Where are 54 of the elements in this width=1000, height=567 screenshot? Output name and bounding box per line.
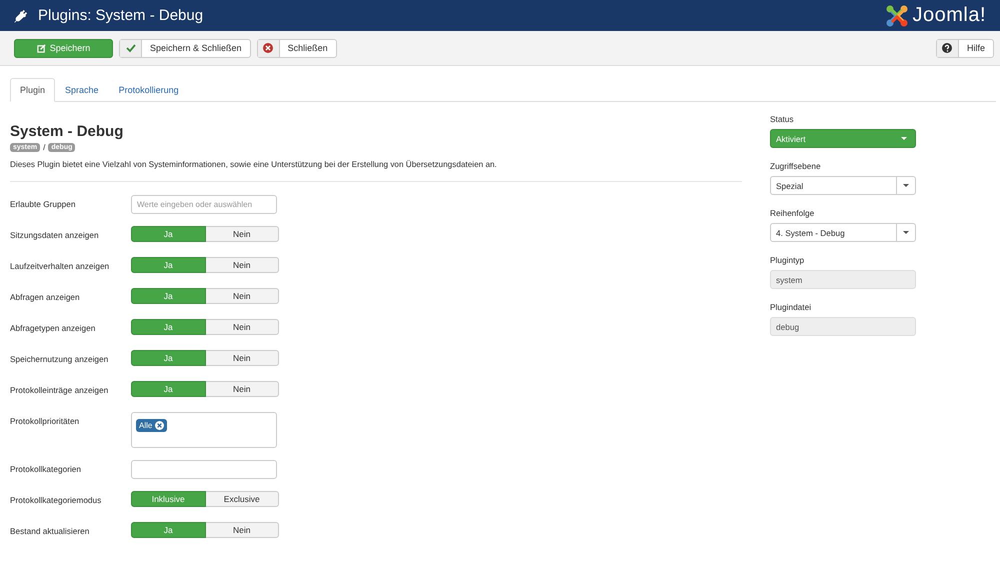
help-button[interactable]: Hilfe — [936, 38, 994, 58]
plugin-title: System - Debug — [10, 123, 124, 140]
remove-icon[interactable] — [155, 421, 164, 430]
close-icon — [263, 43, 274, 53]
caret-icon — [903, 231, 909, 234]
logo-text: Joomla! — [912, 4, 986, 27]
field-label: Speichernutzung anzeigen — [10, 353, 110, 364]
tab[interactable]: Sprache — [55, 78, 109, 102]
save-close-button[interactable]: Speichern & Schließen — [119, 38, 251, 58]
toggle-option[interactable]: Nein — [206, 226, 279, 242]
field-label: Bestand aktualisieren — [10, 525, 90, 536]
tag-label: Alle — [139, 421, 152, 430]
dropdown[interactable]: 4. System - Debug — [770, 223, 916, 242]
field-label: Reihenfolge — [770, 208, 816, 218]
field-label: Abfragen anzeigen — [10, 291, 81, 302]
field-label: Zugriffsebene — [770, 161, 822, 171]
field-label: Laufzeitverhalten anzeigen — [10, 260, 110, 271]
page-title: Plugins: System - Debug — [38, 7, 204, 24]
caret-icon — [901, 137, 907, 140]
tag-chip[interactable]: Alle — [136, 419, 168, 432]
field-label: Abfragetypen anzeigen — [10, 322, 96, 333]
field-label: Protokolleinträge anzeigen — [10, 384, 110, 395]
tab[interactable]: Plugin — [10, 78, 56, 102]
toggle-option[interactable]: Nein — [206, 257, 279, 273]
field-label: Protokollprioritäten — [10, 415, 80, 426]
input-field[interactable] — [131, 460, 277, 479]
field-label: Erlaubte Gruppen — [10, 198, 76, 209]
toggle-option[interactable]: Exclusive — [206, 491, 279, 507]
separator-text: / — [43, 143, 46, 152]
field-label: Plugindatei — [770, 302, 812, 312]
readonly-field: debug — [770, 317, 916, 336]
toggle-option[interactable]: Nein — [206, 381, 279, 397]
field-label: Sitzungsdaten anzeigen — [10, 229, 100, 240]
logo-icon — [885, 4, 910, 28]
field-label: Status — [770, 114, 795, 124]
toggle-option[interactable]: Nein — [206, 350, 279, 366]
close-button[interactable]: Schließen — [256, 38, 337, 58]
field-label: Protokollkategorien — [10, 463, 82, 474]
check-icon — [126, 43, 136, 53]
field-label: Protokollkategoriemodus — [10, 494, 102, 505]
help-icon — [942, 43, 952, 53]
caret-icon — [903, 184, 909, 187]
field-label: Plugintyp — [770, 255, 806, 265]
dropdown[interactable]: Spezial — [770, 176, 916, 195]
tags-field[interactable]: Alle — [131, 412, 277, 448]
tab[interactable]: Protokollierung — [108, 78, 189, 102]
toggle-option[interactable]: Nein — [206, 288, 279, 304]
input-field[interactable]: Werte eingeben oder auswählen — [131, 195, 277, 214]
toggle-option[interactable]: Nein — [206, 319, 279, 335]
plugin-description: Dieses Plugin bietet eine Vielzahl von Systeminformationen, sowie eine Unterstützung bei der Erstellung von Übersetzungsdateien an. — [10, 160, 742, 182]
plug-icon — [14, 8, 28, 22]
readonly-field: system — [770, 270, 916, 289]
edit-icon — [36, 44, 46, 52]
toggle-option[interactable]: Nein — [206, 522, 279, 538]
